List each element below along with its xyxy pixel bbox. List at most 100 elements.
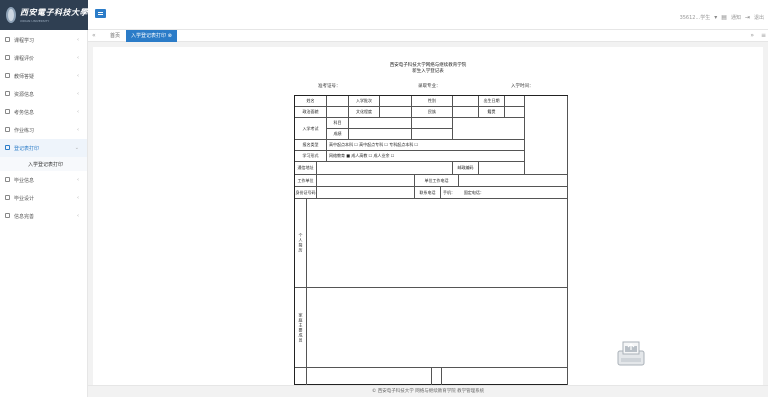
label-birth: 出生日期 (479, 96, 505, 107)
label-resume: 个人简历 (295, 199, 307, 288)
logout-icon[interactable]: ⇥ (745, 14, 750, 21)
tab-label: 入学登记表打印 (131, 33, 167, 39)
sidebar-item-course-eval[interactable]: 课程评价 ‹ (0, 49, 87, 67)
tab-enrollment-print[interactable]: 入学登记表打印 ⊗ (126, 30, 177, 42)
meta-exam-no: 准考证号： (318, 84, 341, 89)
grid-icon (5, 177, 10, 182)
label-nation: 民族 (412, 107, 453, 118)
tab-scroll-right-icon[interactable]: » (750, 32, 754, 39)
grid-icon (5, 73, 10, 78)
sidebar: 课程学习 ‹ 课程评价 ‹ 教师答疑 ‹ 资源信息 ‹ 考务信息 ‹ 作业练习 ‹ 登记表打… (0, 30, 88, 397)
value-family (307, 288, 568, 368)
sidebar-item-info-complete[interactable]: 信息完善 ‹ (0, 207, 87, 225)
sidebar-item-form-print[interactable]: 登记表打印 ⌄ (0, 139, 87, 157)
notice-link[interactable]: 通知 (731, 14, 741, 21)
blank-cell (432, 368, 442, 386)
value-subject (349, 118, 412, 129)
grid-icon (5, 213, 10, 218)
grid-icon (5, 55, 10, 60)
value-subject-2 (412, 118, 453, 129)
tab-bar: « 首页 入学登记表打印 ⊗ » ≡ (88, 30, 768, 42)
close-icon[interactable]: ⊗ (168, 33, 172, 39)
meta-date: 入学时间： (511, 84, 534, 89)
value-birth (505, 96, 525, 107)
value-score (349, 129, 412, 140)
value-unit-phone (459, 175, 568, 187)
photo-box (525, 96, 568, 175)
footer: © 西安电子科技大学 网络与继续教育学院 教学管理系统 (88, 385, 768, 397)
label-education: 文化程度 (349, 107, 380, 118)
chevron-left-icon: ‹ (77, 91, 79, 97)
chevron-left-icon: ‹ (77, 177, 79, 183)
logo-text: 西安電子科技大學 (20, 7, 88, 17)
hamburger-icon (98, 12, 103, 15)
sidebar-item-exam-info[interactable]: 考务信息 ‹ (0, 103, 87, 121)
sidebar-item-teacher-qa[interactable]: 教师答疑 ‹ (0, 67, 87, 85)
sidebar-item-resources[interactable]: 资源信息 ‹ (0, 85, 87, 103)
user-menu[interactable]: 35612...学生 (680, 14, 711, 21)
university-emblem-icon (6, 7, 16, 23)
value-level-options: 高中起点本科 ☐ 高中起点专科 ☐ 专科起点本科 ☐ (327, 140, 525, 151)
chevron-left-icon: ‹ (77, 127, 79, 133)
sidebar-subitem-enrollment-print[interactable]: 入学登记表打印 (0, 157, 87, 171)
value-address (317, 162, 453, 175)
value-score-2 (412, 129, 453, 140)
value-origin (505, 107, 525, 118)
sidebar-item-label: 资源信息 (14, 91, 35, 98)
value-id-no (317, 187, 415, 199)
chevron-left-icon: ‹ (77, 195, 79, 201)
label-admission: 入学考试 (295, 118, 327, 140)
tab-scroll-left-icon[interactable]: « (92, 32, 96, 39)
tab-menu-icon[interactable]: ≡ (761, 32, 766, 39)
value-work-unit (317, 175, 415, 187)
label-level: 报名类型 (295, 140, 327, 151)
grid-icon (5, 145, 10, 150)
blank-cell (307, 368, 432, 386)
value-phones: 手机： 固定电话： (441, 187, 568, 199)
label-phone: 联系电话 (415, 187, 441, 199)
sidebar-item-graduation-info[interactable]: 毕业信息 ‹ (0, 171, 87, 189)
top-bar: 西安電子科技大學 XIDIAN UNIVERSITY 35612...学生 ▾ … (0, 0, 768, 30)
grid-icon (5, 37, 10, 42)
logout-link[interactable]: 退出 (754, 14, 764, 21)
sidebar-item-course-study[interactable]: 课程学习 ‹ (0, 31, 87, 49)
grid-icon (5, 127, 10, 132)
chevron-left-icon: ‹ (77, 73, 79, 79)
chevron-down-icon: ▾ (714, 14, 718, 21)
sidebar-item-label: 考务信息 (14, 109, 35, 116)
blank-cell (453, 118, 525, 140)
label-home-phone: 固定电话： (463, 189, 484, 195)
chevron-down-icon: ⌄ (74, 145, 79, 151)
print-page: 西安电子科技大学网络与继续教育学院 新生入学登记表 准考证号： 录取专业： 入学… (93, 47, 763, 386)
user-toolbar: 35612...学生 ▾ ▤ 通知 ⇥ 退出 (680, 14, 764, 21)
tab-home[interactable]: 首页 (106, 30, 124, 42)
value-batch (380, 96, 412, 107)
value-study-options: 网络教育 ■ 成人高教 ☐ 成人业余 ☐ (327, 151, 525, 162)
label-name: 姓名 (295, 96, 327, 107)
label-score: 成绩 (327, 129, 349, 140)
sidebar-item-label: 登记表打印 (14, 145, 40, 152)
printer-icon[interactable] (616, 339, 646, 367)
value-postcode (479, 162, 525, 175)
meta-major: 录取专业： (418, 84, 441, 89)
logo-subtext: XIDIAN UNIVERSITY (20, 19, 50, 23)
sidebar-item-label: 教师答疑 (14, 73, 35, 80)
sidebar-item-graduation-design[interactable]: 毕业设计 ‹ (0, 189, 87, 207)
label-postcode: 邮政编码 (453, 162, 479, 175)
value-gender (453, 96, 479, 107)
value-nation (453, 107, 479, 118)
chevron-left-icon: ‹ (77, 213, 79, 219)
label-batch: 入学批次 (349, 96, 380, 107)
form-subtitle: 新生入学登记表 (412, 69, 444, 74)
sidebar-item-homework[interactable]: 作业练习 ‹ (0, 121, 87, 139)
grid-icon (5, 91, 10, 96)
label-id-no: 身份证号码 (295, 187, 317, 199)
sidebar-item-label: 毕业设计 (14, 195, 35, 202)
label-work-unit: 工作单位 (295, 175, 317, 187)
blank-cell (295, 368, 307, 386)
menu-toggle-button[interactable] (95, 9, 106, 18)
message-icon[interactable]: ▤ (721, 14, 727, 21)
chevron-left-icon: ‹ (77, 55, 79, 61)
sidebar-item-label: 课程评价 (14, 55, 35, 62)
value-politics (327, 107, 349, 118)
